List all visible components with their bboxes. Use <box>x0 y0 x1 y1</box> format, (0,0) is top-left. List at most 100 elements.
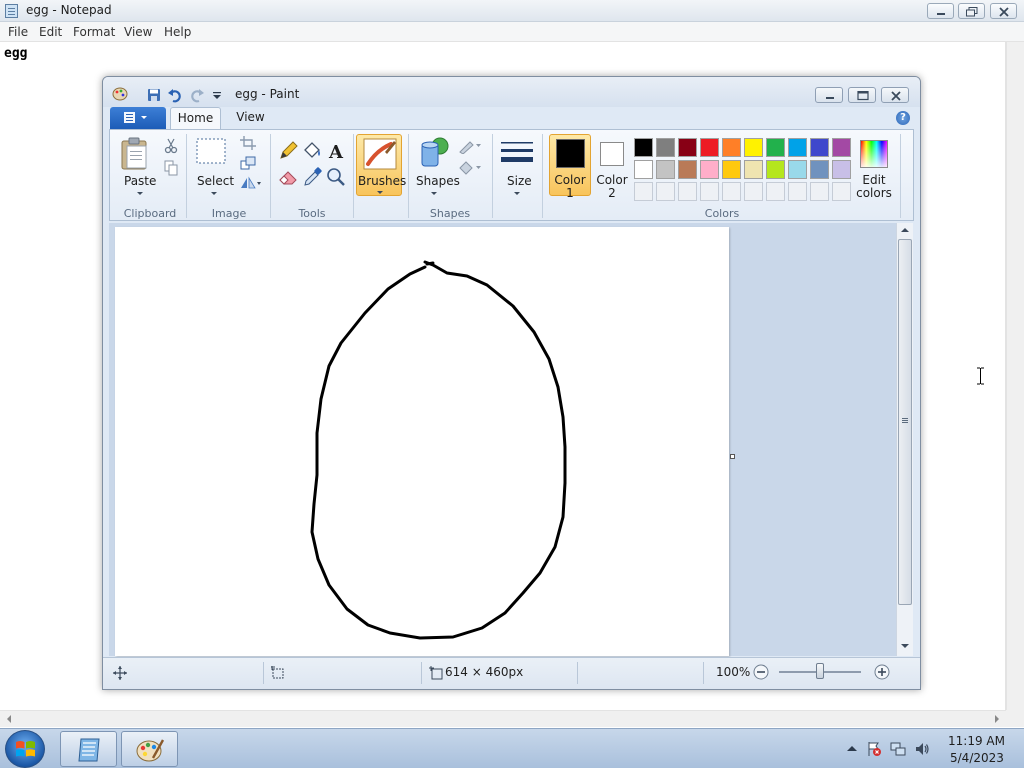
paint-canvas[interactable] <box>115 227 729 656</box>
shapes-dropdown-icon[interactable] <box>431 192 437 195</box>
color-swatch[interactable] <box>678 138 697 157</box>
paint-scroll-thumb[interactable] <box>898 239 912 605</box>
custom-color-slot[interactable] <box>788 182 807 201</box>
resize-icon[interactable] <box>240 156 256 170</box>
color-swatch[interactable] <box>656 160 675 179</box>
color-swatch[interactable] <box>788 138 807 157</box>
brushes-button[interactable]: Brushes <box>356 134 406 196</box>
clock-date[interactable]: 5/4/2023 <box>950 751 1004 765</box>
custom-color-slot[interactable] <box>678 182 697 201</box>
custom-color-slot[interactable] <box>700 182 719 201</box>
paint-close-button[interactable] <box>881 87 909 103</box>
network-icon[interactable] <box>890 741 906 757</box>
size-icon[interactable] <box>501 140 533 168</box>
menu-file[interactable]: File <box>8 25 28 39</box>
tab-home[interactable]: Home <box>170 107 221 129</box>
notepad-title-bar[interactable]: egg - Notepad <box>0 0 1024 22</box>
notepad-minimize-button[interactable] <box>927 3 954 19</box>
color-swatch[interactable] <box>744 138 763 157</box>
paint-title-bar[interactable]: egg - Paint <box>103 77 920 107</box>
pencil-icon[interactable] <box>277 140 299 162</box>
save-icon[interactable] <box>146 87 162 103</box>
volume-icon[interactable] <box>914 741 930 757</box>
paint-vertical-scrollbar[interactable] <box>896 223 913 656</box>
notepad-restore-button[interactable] <box>958 3 985 19</box>
customize-quick-access-icon[interactable] <box>209 87 225 103</box>
color-swatch[interactable] <box>766 138 785 157</box>
select-dropdown-icon[interactable] <box>211 192 217 195</box>
color-2-label[interactable]: Color <box>592 173 632 187</box>
help-icon[interactable]: ? <box>896 111 910 125</box>
notepad-close-button[interactable] <box>990 3 1017 19</box>
tab-view[interactable]: View <box>228 107 273 129</box>
text-tool-icon[interactable]: A <box>325 140 347 162</box>
shapes-icon[interactable] <box>418 136 454 170</box>
color-swatch[interactable] <box>678 160 697 179</box>
taskbar-notepad-button[interactable] <box>60 731 117 767</box>
color-swatch[interactable] <box>634 160 653 179</box>
custom-color-slot[interactable] <box>810 182 829 201</box>
zoom-out-icon[interactable] <box>753 664 769 680</box>
taskbar-paint-button[interactable] <box>121 731 178 767</box>
color-swatch[interactable] <box>656 138 675 157</box>
color-1-button[interactable]: Color 1 <box>549 134 591 200</box>
custom-color-slot[interactable] <box>722 182 741 201</box>
custom-color-slot[interactable] <box>832 182 851 201</box>
custom-color-slot[interactable] <box>634 182 653 201</box>
rotate-icon[interactable] <box>240 176 262 190</box>
paint-app-icon[interactable] <box>112 87 128 101</box>
custom-color-slot[interactable] <box>656 182 675 201</box>
paint-maximize-button[interactable] <box>848 87 876 103</box>
size-dropdown-icon[interactable] <box>514 192 520 195</box>
menu-edit[interactable]: Edit <box>39 25 62 39</box>
color-swatch[interactable] <box>700 138 719 157</box>
color-picker-icon[interactable] <box>301 166 323 188</box>
custom-color-slot[interactable] <box>744 182 763 201</box>
canvas-resize-handle[interactable] <box>730 454 735 459</box>
color-swatch[interactable] <box>810 138 829 157</box>
cut-icon[interactable] <box>164 138 178 154</box>
start-button[interactable] <box>5 730 45 768</box>
shapes-label[interactable]: Shapes <box>416 174 460 188</box>
magnifier-icon[interactable] <box>325 166 347 188</box>
fill-icon[interactable] <box>458 160 482 176</box>
copy-icon[interactable] <box>164 160 178 176</box>
color-swatch[interactable] <box>722 160 741 179</box>
paint-menu-button[interactable] <box>110 107 166 129</box>
scroll-right-arrow-icon[interactable] <box>994 715 1000 723</box>
edit-colors-icon[interactable] <box>860 140 888 168</box>
edit-colors-label-2[interactable]: colors <box>852 186 896 200</box>
show-hidden-icons-icon[interactable] <box>844 741 860 757</box>
paste-icon[interactable] <box>120 136 150 170</box>
fill-bucket-icon[interactable] <box>301 140 323 162</box>
paste-label[interactable]: Paste <box>124 174 156 188</box>
color-swatch[interactable] <box>832 138 851 157</box>
clock-time[interactable]: 11:19 AM <box>948 734 1005 748</box>
custom-color-slot[interactable] <box>766 182 785 201</box>
color-swatch[interactable] <box>744 160 763 179</box>
color-swatch[interactable] <box>788 160 807 179</box>
scroll-left-arrow-icon[interactable] <box>6 715 12 723</box>
crop-icon[interactable] <box>240 136 256 150</box>
scroll-up-arrow-icon[interactable] <box>901 227 909 233</box>
menu-format[interactable]: Format <box>73 25 115 39</box>
color-swatch[interactable] <box>700 160 719 179</box>
undo-icon[interactable] <box>167 87 183 103</box>
notepad-horizontal-scrollbar[interactable] <box>0 710 1006 727</box>
zoom-slider-thumb[interactable] <box>816 663 824 679</box>
color-swatch[interactable] <box>722 138 741 157</box>
scroll-down-arrow-icon[interactable] <box>901 643 909 649</box>
eraser-icon[interactable] <box>277 166 299 188</box>
select-icon[interactable] <box>196 138 226 164</box>
paste-dropdown-icon[interactable] <box>137 192 143 195</box>
color-swatch[interactable] <box>766 160 785 179</box>
notepad-vertical-scrollbar[interactable] <box>1006 42 1024 710</box>
edit-colors-label[interactable]: Edit <box>852 173 896 187</box>
zoom-in-icon[interactable] <box>874 664 890 680</box>
color-swatch[interactable] <box>832 160 851 179</box>
color-swatch[interactable] <box>810 160 829 179</box>
outline-icon[interactable] <box>458 138 482 154</box>
color-swatch[interactable] <box>634 138 653 157</box>
select-label[interactable]: Select <box>197 174 234 188</box>
menu-help[interactable]: Help <box>164 25 191 39</box>
